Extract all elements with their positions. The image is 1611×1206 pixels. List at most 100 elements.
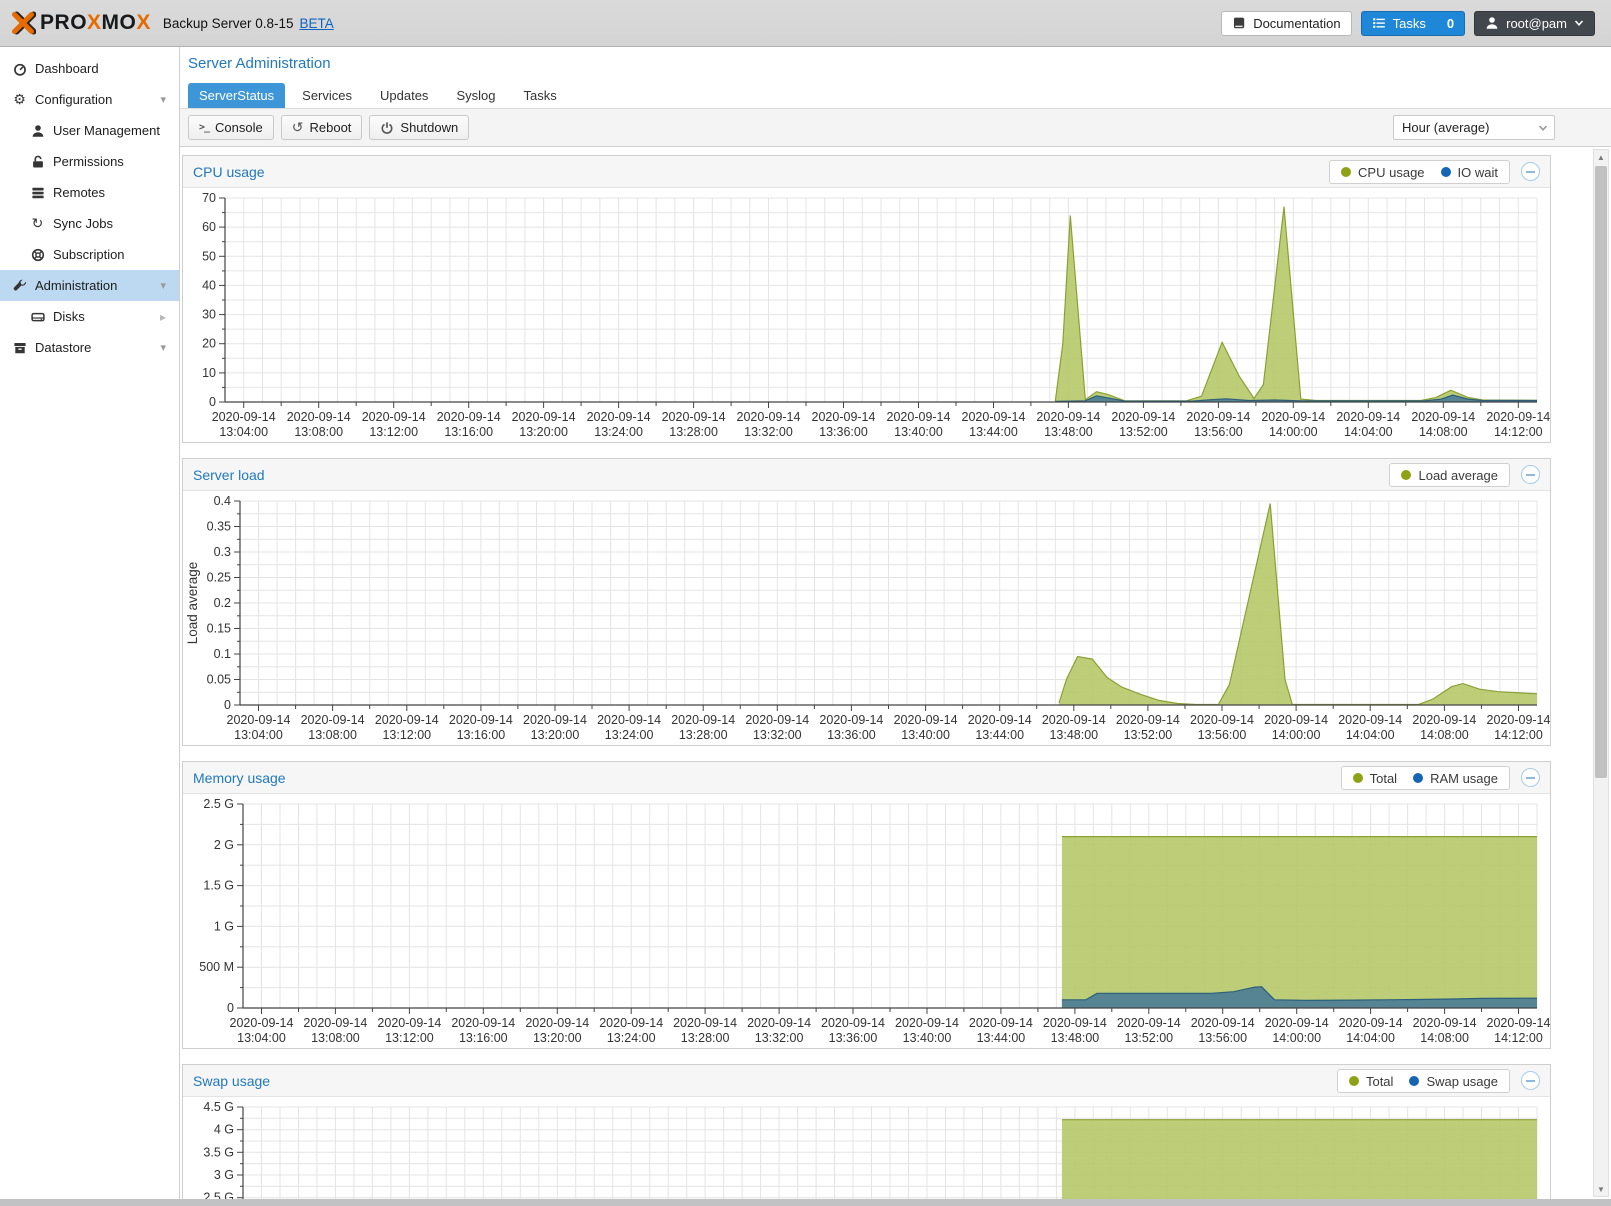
sidebar-item-permissions[interactable]: Permissions (0, 146, 179, 177)
legend-item-ram-usage[interactable]: RAM usage (1413, 771, 1498, 786)
scrollbar-thumb[interactable] (1595, 166, 1607, 778)
vertical-scrollbar[interactable]: ▲ ▼ (1593, 149, 1609, 1197)
svg-text:4.5 G: 4.5 G (203, 1100, 234, 1114)
svg-text:2020-09-14: 2020-09-14 (962, 410, 1026, 424)
sidebar-item-datastore[interactable]: Datastore▾ (0, 332, 179, 363)
svg-text:14:04:00: 14:04:00 (1346, 728, 1395, 742)
collapse-chart-button[interactable] (1521, 1071, 1540, 1090)
product-version: Backup Server 0.8-15 (163, 16, 294, 31)
sidebar-item-administration[interactable]: Administration▾ (0, 270, 179, 301)
user-menu-button[interactable]: root@pam (1474, 11, 1595, 36)
panel-memory-usage: Memory usageTotalRAM usage0500 M1 G1.5 G… (182, 761, 1551, 1049)
chart-body: 0102030405060702020-09-1413:04:002020-09… (183, 188, 1550, 442)
expander-down-icon[interactable]: ▾ (160, 93, 166, 106)
panel-cpu-usage: CPU usageCPU usageIO wait010203040506070… (182, 155, 1551, 443)
legend-item-cpu-usage[interactable]: CPU usage (1341, 165, 1424, 180)
svg-text:13:20:00: 13:20:00 (533, 1031, 582, 1045)
expander-right-icon[interactable]: ▸ (160, 310, 166, 324)
collapse-chart-button[interactable] (1521, 465, 1540, 484)
tab-services[interactable]: Services (291, 83, 363, 108)
svg-text:13:44:00: 13:44:00 (975, 728, 1024, 742)
console-button[interactable]: >_Console (188, 115, 274, 140)
tab-tasks[interactable]: Tasks (512, 83, 567, 108)
svg-text:2020-09-14: 2020-09-14 (437, 410, 501, 424)
svg-text:2020-09-14: 2020-09-14 (1042, 713, 1106, 727)
svg-text:2020-09-14: 2020-09-14 (1111, 410, 1175, 424)
svg-text:13:44:00: 13:44:00 (969, 425, 1018, 439)
svg-text:2020-09-14: 2020-09-14 (1043, 1016, 1107, 1030)
svg-text:50: 50 (202, 249, 216, 263)
legend-item-swap-usage[interactable]: Swap usage (1409, 1074, 1498, 1089)
legend-item-total[interactable]: Total (1349, 1074, 1393, 1089)
sidebar-item-subscription[interactable]: Subscription (0, 239, 179, 270)
sidebar-item-remotes[interactable]: Remotes (0, 177, 179, 208)
sidebar-item-label: Remotes (53, 185, 105, 200)
svg-text:2020-09-14: 2020-09-14 (1116, 713, 1180, 727)
legend-item-load-average[interactable]: Load average (1401, 468, 1498, 483)
svg-text:14:00:00: 14:00:00 (1272, 1031, 1321, 1045)
tasks-button[interactable]: Tasks 0 (1361, 11, 1465, 36)
wrench-icon (12, 279, 27, 293)
svg-text:13:32:00: 13:32:00 (755, 1031, 804, 1045)
svg-text:2020-09-14: 2020-09-14 (1036, 410, 1100, 424)
sidebar-item-user-management[interactable]: User Management (0, 115, 179, 146)
svg-text:2020-09-14: 2020-09-14 (821, 1016, 885, 1030)
legend-item-total[interactable]: Total (1353, 771, 1397, 786)
svg-text:2020-09-14: 2020-09-14 (895, 1016, 959, 1030)
svg-text:70: 70 (202, 191, 216, 205)
chart-legend: Total RAM usage (1341, 766, 1510, 790)
svg-text:13:52:00: 13:52:00 (1119, 425, 1168, 439)
shutdown-button[interactable]: Shutdown (369, 115, 469, 140)
svg-text:2020-09-14: 2020-09-14 (747, 1016, 811, 1030)
svg-text:13:04:00: 13:04:00 (219, 425, 268, 439)
svg-text:2020-09-14: 2020-09-14 (673, 1016, 737, 1030)
documentation-button[interactable]: Documentation (1221, 11, 1351, 36)
svg-text:2020-09-14: 2020-09-14 (1487, 713, 1550, 727)
expander-down-icon[interactable]: ▾ (160, 279, 166, 292)
tachometer-icon (12, 62, 27, 76)
panel-server-load: Server loadLoad average00.050.10.150.20.… (182, 458, 1551, 746)
svg-text:2020-09-14: 2020-09-14 (1261, 410, 1325, 424)
legend-item-io-wait[interactable]: IO wait (1441, 165, 1498, 180)
expander-down-icon[interactable]: ▾ (160, 341, 166, 354)
scroll-up-arrow[interactable]: ▲ (1594, 150, 1608, 164)
tab-bar: ServerStatusServicesUpdatesSyslogTasks (180, 82, 1611, 109)
svg-text:2020-09-14: 2020-09-14 (597, 713, 661, 727)
beta-link[interactable]: BETA (299, 16, 333, 31)
tab-serverstatus[interactable]: ServerStatus (188, 83, 285, 108)
svg-text:13:40:00: 13:40:00 (903, 1031, 952, 1045)
svg-text:2020-09-14: 2020-09-14 (212, 410, 276, 424)
svg-text:500 M: 500 M (199, 960, 234, 974)
svg-text:2020-09-14: 2020-09-14 (1186, 410, 1250, 424)
sidebar-item-label: Subscription (53, 247, 125, 262)
chart-legend: Total Swap usage (1337, 1069, 1510, 1093)
sync-icon: ↻ (30, 217, 45, 231)
svg-text:13:36:00: 13:36:00 (827, 728, 876, 742)
tab-updates[interactable]: Updates (369, 83, 439, 108)
reboot-button[interactable]: ↺Reboot (281, 115, 363, 140)
svg-text:10: 10 (202, 366, 216, 380)
svg-text:14:04:00: 14:04:00 (1344, 425, 1393, 439)
svg-text:2.5 G: 2.5 G (203, 797, 234, 811)
svg-text:2020-09-14: 2020-09-14 (662, 410, 726, 424)
sidebar-item-sync-jobs[interactable]: ↻Sync Jobs (0, 208, 179, 239)
scroll-down-arrow[interactable]: ▼ (1594, 1182, 1608, 1196)
sidebar-item-configuration[interactable]: ⚙Configuration▾ (0, 84, 179, 115)
svg-text:13:52:00: 13:52:00 (1124, 1031, 1173, 1045)
svg-text:13:32:00: 13:32:00 (753, 728, 802, 742)
svg-text:60: 60 (202, 220, 216, 234)
collapse-chart-button[interactable] (1521, 162, 1540, 181)
time-range-select[interactable]: Hour (average) (1393, 115, 1555, 140)
sidebar-item-disks[interactable]: Disks ▸ (0, 301, 179, 332)
svg-text:2020-09-14: 2020-09-14 (887, 410, 951, 424)
legend-dot-icon (1413, 773, 1423, 783)
collapse-chart-button[interactable] (1521, 768, 1540, 787)
svg-text:13:16:00: 13:16:00 (459, 1031, 508, 1045)
remotes-icon (30, 186, 45, 200)
sidebar-item-dashboard[interactable]: Dashboard (0, 53, 179, 84)
svg-text:1.5 G: 1.5 G (203, 879, 234, 893)
svg-text:40: 40 (202, 278, 216, 292)
svg-text:13:36:00: 13:36:00 (819, 425, 868, 439)
tab-syslog[interactable]: Syslog (445, 83, 506, 108)
sidebar-item-label: Disks (53, 309, 85, 324)
